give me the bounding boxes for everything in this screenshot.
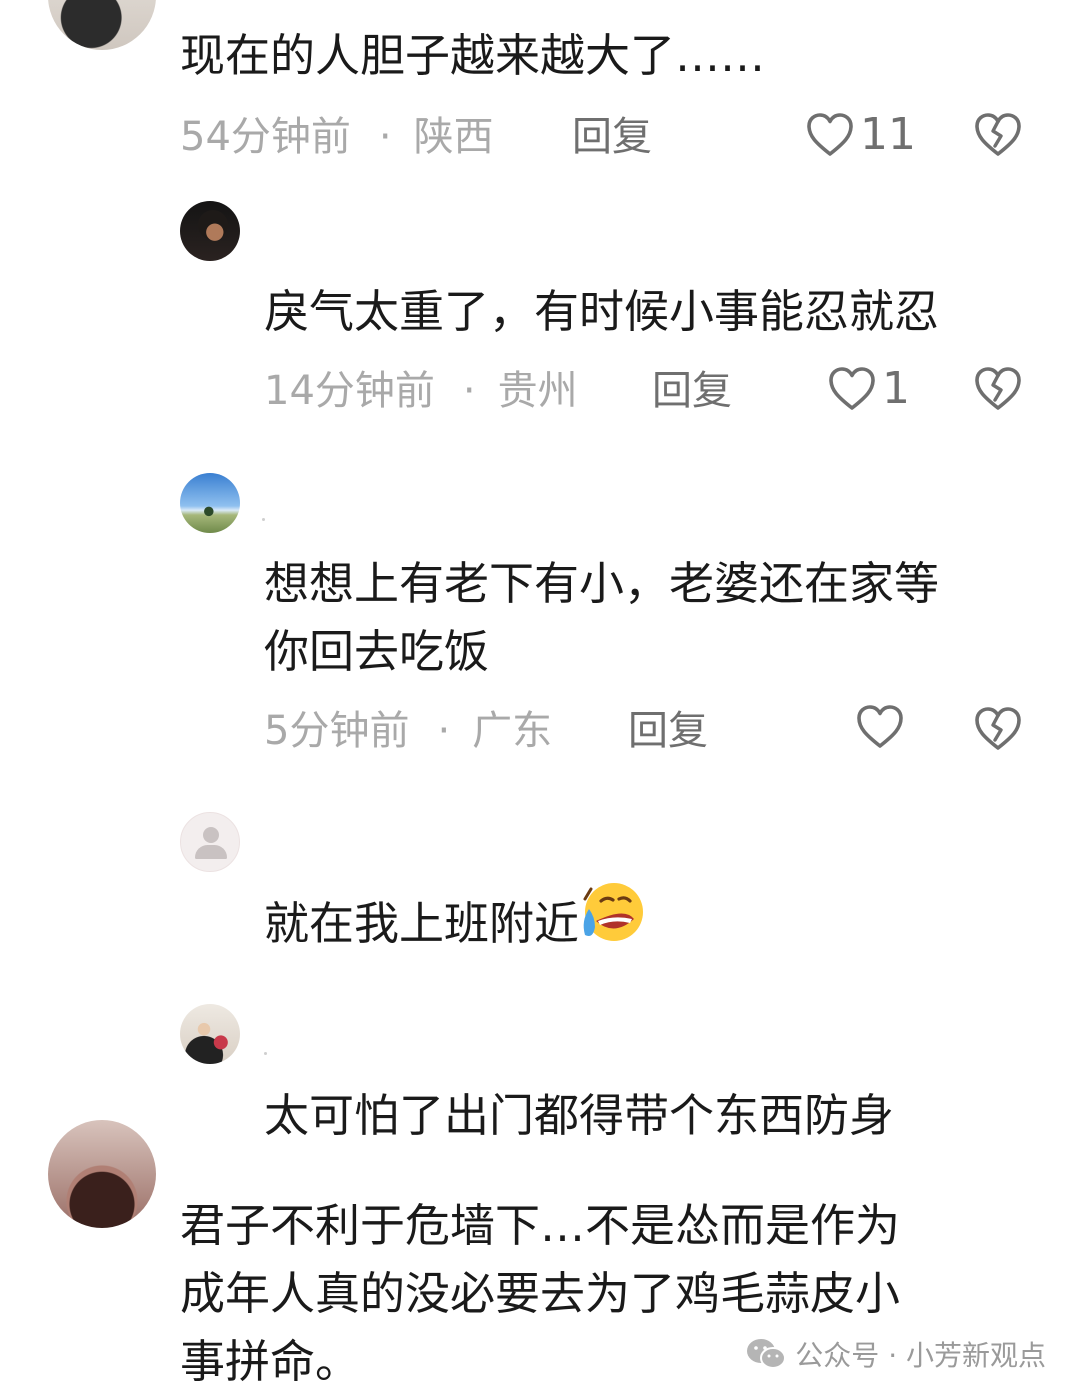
avatar-default-icon[interactable]: [180, 812, 240, 872]
comment-text: 君子不利于危墙下…不是怂而是作为: [180, 1199, 901, 1252]
avatar[interactable]: [48, 1120, 156, 1228]
comment-meta: 5分钟前 · 广东: [264, 706, 552, 756]
reply-button[interactable]: 回复: [628, 706, 708, 756]
avatar[interactable]: [180, 201, 240, 261]
dislike-icon[interactable]: [974, 706, 1022, 752]
heart-icon: [828, 366, 876, 412]
avatar[interactable]: [180, 473, 240, 533]
comment-text: 现在的人胆子越来越大了……: [180, 29, 766, 82]
comment-text: 想想上有老下有小，老婆还在家等: [264, 557, 940, 610]
comment-text-line2: 成年人真的没必要去为了鸡毛蒜皮小: [180, 1267, 901, 1320]
reply-button[interactable]: 回复: [572, 112, 652, 162]
wechat-icon: [745, 1336, 787, 1372]
avatar[interactable]: [180, 1004, 240, 1064]
comment-text: 就在我上班附近: [264, 882, 645, 964]
comment-text-content: 就在我上班附近: [264, 897, 580, 950]
heart-icon: [806, 112, 854, 158]
comment-text: 戾气太重了，有时候小事能忍就忍: [264, 285, 940, 338]
laughing-crying-emoji-icon: [579, 879, 645, 964]
comment-text-line2: 你回去吃饭: [264, 625, 490, 678]
comment-time: 5分钟前: [264, 708, 410, 754]
dislike-icon[interactable]: [974, 112, 1022, 158]
comment-time: 54分钟前: [180, 114, 351, 160]
meta-separator: ·: [437, 708, 451, 754]
avatar-body-shape: [195, 845, 227, 859]
username-placeholder: [262, 518, 265, 521]
comment-text: 太可怕了出门都得带个东西防身: [264, 1089, 895, 1142]
like-count: 11: [860, 109, 916, 160]
watermark-text: 公众号 · 小芳新观点: [795, 1339, 1046, 1372]
comment-location: 贵州: [497, 368, 578, 414]
dislike-icon[interactable]: [974, 366, 1022, 412]
comment-location: 陕西: [413, 114, 494, 160]
comment-location: 广东: [472, 708, 553, 754]
comment-text-line3: 事拼命。: [180, 1335, 361, 1388]
watermark: 公众号 · 小芳新观点: [745, 1334, 1046, 1374]
comment-time: 14分钟前: [264, 368, 435, 414]
reply-button[interactable]: 回复: [652, 366, 732, 416]
like-count: 1: [882, 363, 910, 414]
like-button[interactable]: 1: [828, 364, 910, 414]
meta-separator: ·: [378, 114, 392, 160]
like-button[interactable]: 11: [806, 110, 916, 160]
avatar[interactable]: [48, 0, 156, 50]
comment-meta: 54分钟前 · 陕西: [180, 112, 494, 162]
username-placeholder: [264, 1052, 267, 1055]
avatar-head-shape: [203, 827, 219, 843]
heart-icon[interactable]: [856, 704, 904, 750]
meta-separator: ·: [462, 368, 476, 414]
comment-meta: 14分钟前 · 贵州: [264, 366, 578, 416]
